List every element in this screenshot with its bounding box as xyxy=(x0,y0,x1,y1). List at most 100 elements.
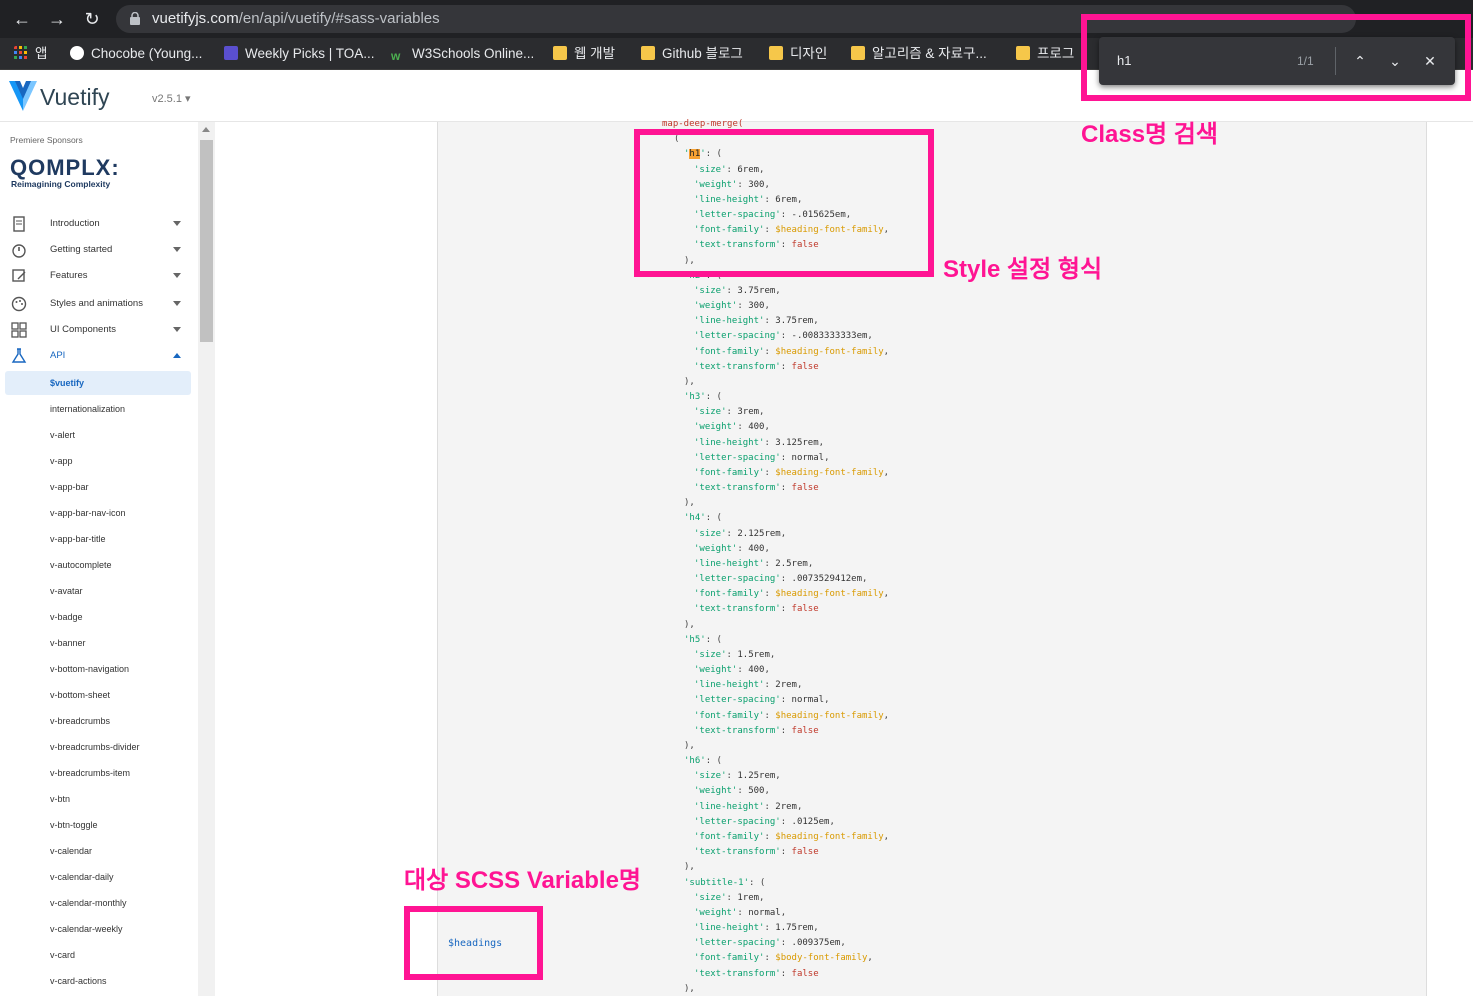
sidebar-item-v-app-bar[interactable]: v-app-bar xyxy=(0,475,190,499)
code-line: ), xyxy=(684,740,695,751)
chevron-down-icon xyxy=(173,301,181,306)
sidebar-item-label: v-calendar xyxy=(50,846,93,856)
sidebar-item-v-alert[interactable]: v-alert xyxy=(0,423,190,447)
sidebar-item-v-badge[interactable]: v-badge xyxy=(0,605,190,629)
heading-key: 'h5': ( xyxy=(684,634,722,645)
sidebar-scrollbar[interactable] xyxy=(198,122,215,996)
sidebar-item-v-btn[interactable]: v-btn xyxy=(0,787,190,811)
apps-grid-icon xyxy=(14,46,27,59)
code-line: 'weight': 500, xyxy=(694,786,770,797)
code-line: 'size': 1rem, xyxy=(694,892,765,903)
sidebar-item-label: v-app xyxy=(50,456,73,466)
nav-group-api[interactable]: API xyxy=(0,344,190,368)
bookmark-web-dev[interactable]: 웹 개발 xyxy=(553,45,615,63)
bookmark-chocobe[interactable]: Chocobe (Young... xyxy=(70,45,202,63)
reload-icon[interactable]: ↻ xyxy=(81,8,103,30)
bookmark-program[interactable]: 프로그 xyxy=(1016,45,1074,63)
sidebar-item-label: v-btn xyxy=(50,794,71,804)
code-line: 'size': 1.25rem, xyxy=(694,771,781,782)
sidebar-item-v-bottom-navigation[interactable]: v-bottom-navigation xyxy=(0,657,190,681)
version-selector[interactable]: v2.5.1 ▾ xyxy=(152,92,191,105)
chevron-down-icon xyxy=(173,327,181,332)
code-line: 'font-family': $heading-font-family, xyxy=(694,710,890,721)
code-line: 'letter-spacing': normal, xyxy=(694,695,830,706)
sidebar-item-v-breadcrumbs[interactable]: v-breadcrumbs xyxy=(0,709,190,733)
code-line: 'weight': 400, xyxy=(694,543,770,554)
bookmark-apps[interactable]: 앱 xyxy=(14,45,47,63)
nav-group-features[interactable]: Features xyxy=(0,264,190,288)
sidebar-item-v-breadcrumbs-divider[interactable]: v-breadcrumbs-divider xyxy=(0,735,190,759)
bookmark-design[interactable]: 디자인 xyxy=(769,45,827,63)
edit-icon xyxy=(12,269,26,282)
forward-arrow-icon[interactable]: → xyxy=(46,8,68,30)
folder-icon xyxy=(769,46,783,60)
sidebar-item-v-app-bar-nav-icon[interactable]: v-app-bar-nav-icon xyxy=(0,501,190,525)
sponsor-tagline: Reimagining Complexity xyxy=(11,179,111,189)
vuetify-logo-icon[interactable] xyxy=(9,81,37,111)
sidebar-item-v-bottom-sheet[interactable]: v-bottom-sheet xyxy=(0,683,190,707)
bookmark-github-blog[interactable]: Github 블로그 xyxy=(641,45,743,63)
folder-icon xyxy=(641,46,655,60)
sidebar-item-v-app-bar-title[interactable]: v-app-bar-title xyxy=(0,527,190,551)
nav-group-getting-started[interactable]: Getting started xyxy=(0,238,190,262)
sidebar-item-label: v-breadcrumbs-divider xyxy=(50,742,140,752)
sidebar-item-v-calendar-monthly[interactable]: v-calendar-monthly xyxy=(0,891,190,915)
sidebar-item-label: v-calendar-monthly xyxy=(50,898,127,908)
code-line: ), xyxy=(684,619,695,630)
back-arrow-icon[interactable]: ← xyxy=(11,8,33,30)
sidebar-item-internationalization[interactable]: internationalization xyxy=(0,397,190,421)
bookmark-w3schools[interactable]: w W3Schools Online... xyxy=(391,45,534,63)
code-line: 'line-height': 2rem, xyxy=(694,801,803,812)
sidebar: Premiere Sponsors QOMPLX: Reimagining Co… xyxy=(0,122,198,996)
heading-key: 'subtitle-1': ( xyxy=(684,877,766,888)
sidebar-item-label: v-autocomplete xyxy=(50,560,112,570)
code-line: 'line-height': 2.5rem, xyxy=(694,558,814,569)
url-text: vuetifyjs.com/en/api/vuetify/#sass-varia… xyxy=(152,10,440,27)
code-line: ), xyxy=(684,983,695,994)
sidebar-item-v-autocomplete[interactable]: v-autocomplete xyxy=(0,553,190,577)
code-line: 'line-height': 3.75rem, xyxy=(694,316,819,327)
annotation-box-find xyxy=(1081,14,1471,101)
code-line: ), xyxy=(684,862,695,873)
code-line: 'text-transform': false xyxy=(694,604,819,615)
sidebar-item-v-calendar-daily[interactable]: v-calendar-daily xyxy=(0,865,190,889)
code-line: 'text-transform': false xyxy=(694,847,819,858)
code-line: 'text-transform': false xyxy=(694,968,819,979)
palette-icon xyxy=(11,296,27,312)
bookmark-algorithms[interactable]: 알고리즘 & 자료구... xyxy=(851,45,987,63)
sidebar-item-v-banner[interactable]: v-banner xyxy=(0,631,190,655)
sidebar-item-v-card-actions[interactable]: v-card-actions xyxy=(0,969,190,993)
sidebar-item-label: v-calendar-daily xyxy=(50,872,114,882)
sponsor-logo[interactable]: QOMPLX: xyxy=(10,155,120,181)
github-icon xyxy=(70,46,84,60)
code-line: ), xyxy=(684,376,695,387)
sidebar-item-v-btn-toggle[interactable]: v-btn-toggle xyxy=(0,813,190,837)
sidebar-item-v-card[interactable]: v-card xyxy=(0,943,190,967)
logo-text[interactable]: Vuetify xyxy=(40,84,109,111)
sidebar-item-label: v-app-bar-nav-icon xyxy=(50,508,126,518)
sidebar-item-vuetify[interactable]: $vuetify xyxy=(5,371,191,395)
code-line: 'weight': normal, xyxy=(694,907,787,918)
sidebar-item-label: v-banner xyxy=(50,638,86,648)
code-line: 'weight': 300, xyxy=(694,301,770,312)
annotation-scss-variable: 대상 SCSS Variable명 xyxy=(404,867,641,894)
sidebar-item-v-calendar[interactable]: v-calendar xyxy=(0,839,190,863)
sidebar-item-v-calendar-weekly[interactable]: v-calendar-weekly xyxy=(0,917,190,941)
sidebar-item-v-avatar[interactable]: v-avatar xyxy=(0,579,190,603)
heading-key: 'h6': ( xyxy=(684,756,722,767)
ui-icon xyxy=(224,46,238,60)
sidebar-item-label: v-calendar-weekly xyxy=(50,924,123,934)
nav-group-ui-components[interactable]: UI Components xyxy=(0,318,190,342)
folder-icon xyxy=(851,46,865,60)
bookmark-weekly-picks[interactable]: Weekly Picks | TOA... xyxy=(224,45,375,63)
nav-group-introduction[interactable]: Introduction xyxy=(0,212,190,236)
scroll-up-arrow-icon[interactable] xyxy=(202,127,210,132)
code-line: 'text-transform': false xyxy=(694,725,819,736)
scrollbar-thumb[interactable] xyxy=(200,140,213,342)
nav-group-styles[interactable]: Styles and animations xyxy=(0,292,190,316)
sidebar-item-v-app[interactable]: v-app xyxy=(0,449,190,473)
sidebar-item-label: internationalization xyxy=(50,404,126,414)
sidebar-item-v-breadcrumbs-item[interactable]: v-breadcrumbs-item xyxy=(0,761,190,785)
code-line: 'line-height': 2rem, xyxy=(694,680,803,691)
annotation-box-variable xyxy=(404,906,543,980)
